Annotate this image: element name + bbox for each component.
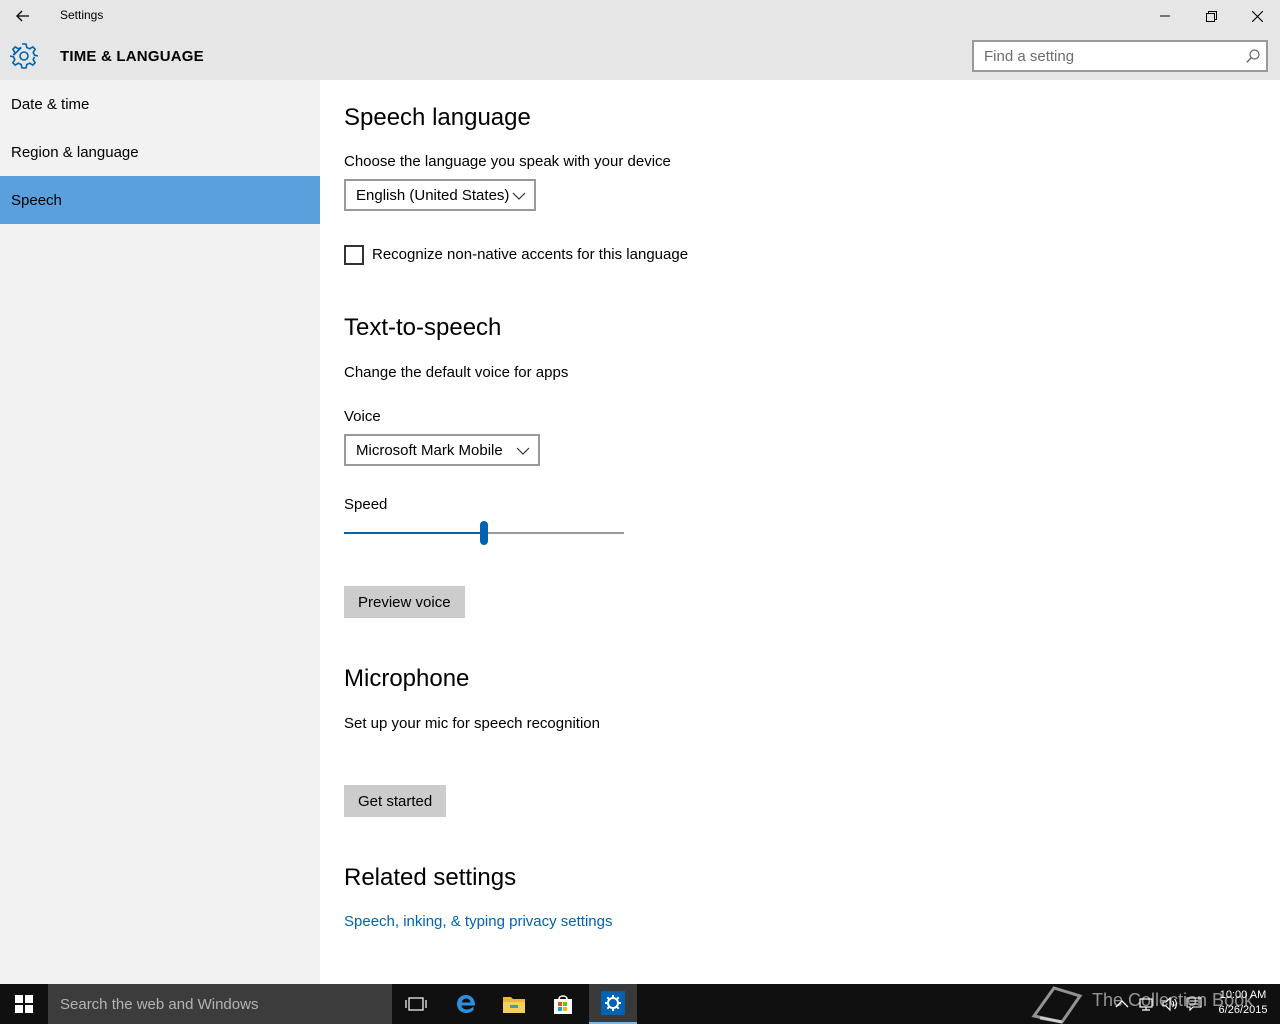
privacy-settings-link[interactable]: Speech, inking, & typing privacy setting…: [344, 913, 612, 930]
sidebar-item-date-time[interactable]: Date & time: [0, 80, 320, 128]
related-settings-heading: Related settings: [344, 864, 517, 891]
speech-language-dropdown[interactable]: English (United States): [344, 179, 536, 211]
speed-label: Speed: [344, 496, 388, 513]
sidebar-item-label: Speech: [11, 191, 62, 209]
gear-icon: [10, 43, 38, 69]
restore-button[interactable]: [1188, 0, 1234, 32]
slider-fill: [344, 532, 484, 534]
tts-heading: Text-to-speech: [344, 314, 502, 341]
sidebar: Date & time Region & language Speech: [0, 80, 320, 984]
get-started-button[interactable]: Get started: [344, 785, 447, 817]
microphone-heading: Microphone: [344, 665, 470, 692]
main-content: Speech language Choose the language you …: [320, 80, 1280, 984]
tts-description: Change the default voice for apps: [344, 364, 569, 381]
sidebar-item-region-language[interactable]: Region & language: [0, 128, 320, 176]
settings-taskbar-button[interactable]: [589, 984, 637, 1024]
search-box[interactable]: [972, 40, 1268, 72]
task-view-button[interactable]: [392, 984, 440, 1024]
volume-icon[interactable]: [1162, 996, 1178, 1012]
taskbar: Search the web and Windows The Collectio…: [0, 984, 1280, 1024]
sidebar-item-label: Date & time: [11, 95, 90, 113]
settings-header: TIME & LANGUAGE: [0, 32, 1280, 80]
store-button[interactable]: [539, 984, 587, 1024]
start-button[interactable]: [0, 984, 48, 1024]
speech-language-heading: Speech language: [344, 104, 531, 131]
microphone-description: Set up your mic for speech recognition: [344, 715, 600, 732]
preview-voice-button[interactable]: Preview voice: [344, 586, 465, 618]
non-native-accents-checkbox[interactable]: [344, 245, 364, 265]
page-title: TIME & LANGUAGE: [60, 48, 204, 65]
gear-icon: [601, 991, 625, 1015]
file-explorer-button[interactable]: [490, 984, 538, 1024]
title-bar: Settings: [0, 0, 1280, 32]
chevron-down-icon: [512, 192, 526, 200]
clock-date: 6/26/2015: [1218, 1004, 1268, 1016]
voice-dropdown[interactable]: Microsoft Mark Mobile: [344, 434, 540, 466]
folder-icon: [503, 997, 525, 1013]
taskbar-search-box[interactable]: Search the web and Windows: [48, 984, 392, 1024]
close-icon: [1251, 10, 1263, 22]
edge-button[interactable]: [442, 984, 490, 1024]
voice-value: Microsoft Mark Mobile: [356, 441, 503, 459]
slider-thumb[interactable]: [480, 521, 488, 545]
network-icon[interactable]: [1138, 996, 1154, 1012]
restore-icon: [1205, 10, 1217, 22]
minimize-icon: [1160, 15, 1170, 17]
back-button[interactable]: [0, 0, 46, 32]
chevron-up-icon[interactable]: [1114, 996, 1130, 1012]
taskbar-search-text: Search the web and Windows: [60, 996, 259, 1013]
task-view-icon: [405, 997, 427, 1011]
edge-icon: [457, 995, 476, 1013]
book-logo-icon: [1031, 986, 1083, 1024]
action-center-icon[interactable]: [1186, 996, 1202, 1012]
non-native-accents-label: Recognize non-native accents for this la…: [372, 246, 689, 263]
speech-language-value: English (United States): [356, 186, 510, 204]
speed-slider[interactable]: [344, 521, 624, 545]
chevron-down-icon: [516, 447, 530, 455]
clock[interactable]: 10:00 AM 6/26/2015: [1210, 988, 1276, 1018]
sidebar-item-label: Region & language: [11, 143, 139, 161]
close-button[interactable]: [1234, 0, 1280, 32]
sidebar-item-speech[interactable]: Speech: [0, 176, 320, 224]
voice-label: Voice: [344, 408, 381, 425]
search-input[interactable]: [984, 46, 1234, 66]
window-title: Settings: [60, 8, 104, 22]
windows-logo-icon: [15, 995, 33, 1013]
store-icon: [554, 995, 572, 1014]
speech-language-description: Choose the language you speak with your …: [344, 153, 671, 170]
minimize-button[interactable]: [1142, 0, 1188, 32]
back-arrow-icon: [16, 10, 29, 22]
search-icon: [1246, 49, 1260, 63]
clock-time: 10:00 AM: [1219, 989, 1267, 1001]
